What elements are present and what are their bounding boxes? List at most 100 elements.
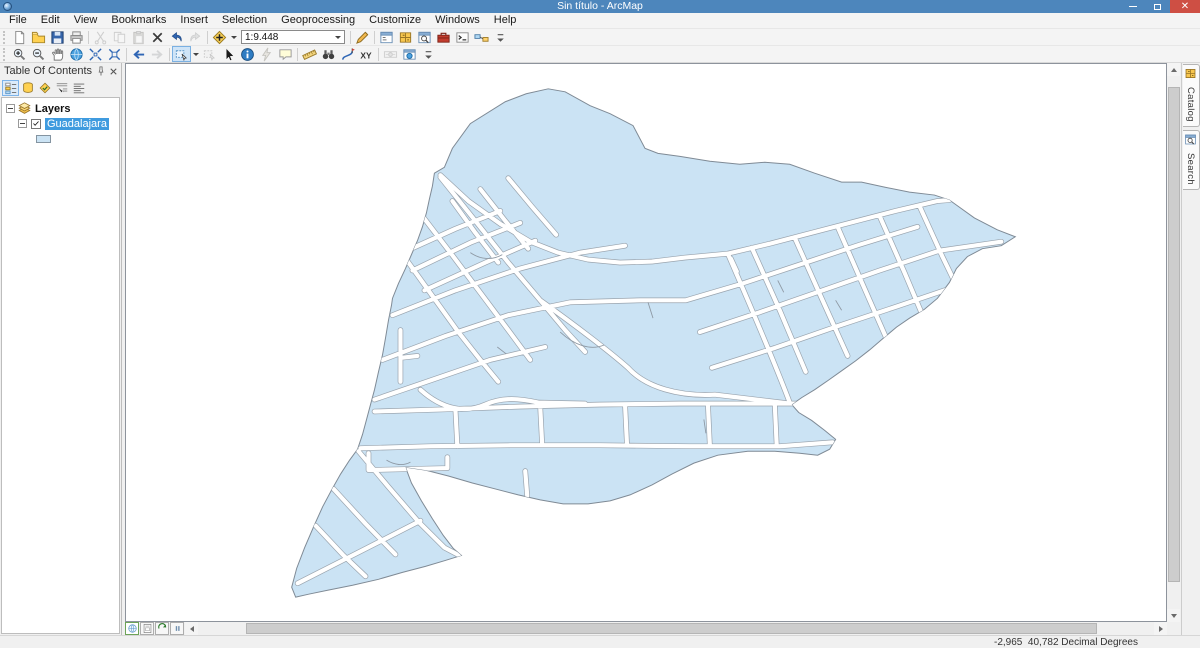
svg-text:XY: XY xyxy=(360,50,372,60)
window-title: Sin título - ArcMap xyxy=(0,0,1200,13)
cut-icon xyxy=(93,30,108,45)
fixed-zoom-in-button[interactable] xyxy=(86,46,105,62)
print-icon xyxy=(69,30,84,45)
toolbar-grip[interactable] xyxy=(3,48,8,61)
vertical-scroll-rail xyxy=(1167,63,1181,635)
layer-symbol-swatch[interactable] xyxy=(36,135,51,143)
layer-name-label[interactable]: Guadalajara xyxy=(45,118,109,130)
binoc-icon xyxy=(321,47,336,62)
menu-help[interactable]: Help xyxy=(487,13,524,28)
create-viewer-window-button[interactable] xyxy=(400,46,419,62)
add-data-dropdown-icon[interactable] xyxy=(229,29,238,45)
close-button[interactable]: ✕ xyxy=(1170,0,1200,13)
toc-root-row[interactable]: Layers xyxy=(2,101,119,116)
delx-icon xyxy=(150,30,165,45)
toc-root-label[interactable]: Layers xyxy=(35,103,70,115)
collapse-expander-icon[interactable] xyxy=(18,119,27,128)
scroll-left-icon[interactable] xyxy=(185,622,198,635)
pan-button[interactable] xyxy=(48,46,67,62)
menu-selection[interactable]: Selection xyxy=(215,13,274,28)
map-canvas[interactable] xyxy=(125,63,1167,622)
save-button[interactable] xyxy=(48,29,67,45)
identify-button[interactable] xyxy=(238,46,257,62)
toolbar-separator xyxy=(378,48,379,61)
tools-toolbar: XY xyxy=(0,45,1200,62)
dock-tab-catalog[interactable]: Catalog xyxy=(1183,64,1200,127)
pause-drawing-button[interactable] xyxy=(170,622,184,635)
horizontal-scroll-thumb[interactable] xyxy=(246,623,1097,634)
toolbar-options-overflow-button[interactable] xyxy=(491,29,510,45)
undo-button[interactable] xyxy=(167,29,186,45)
select-elements-button[interactable] xyxy=(219,46,238,62)
list-by-selection-button[interactable] xyxy=(53,80,70,96)
scroll-right-icon[interactable] xyxy=(1154,622,1167,635)
toolbar-options-overflow-button[interactable] xyxy=(419,46,438,62)
collapse-expander-icon[interactable] xyxy=(6,104,15,113)
search-window-button[interactable] xyxy=(415,29,434,45)
list-by-source-button[interactable] xyxy=(19,80,36,96)
toolbar-separator xyxy=(374,31,375,44)
toolbar-grip[interactable] xyxy=(3,31,8,44)
toc-options-button[interactable] xyxy=(70,80,87,96)
fixed-zoom-out-button[interactable] xyxy=(105,46,124,62)
maximize-button[interactable] xyxy=(1145,0,1170,13)
vertical-scroll-thumb[interactable] xyxy=(1168,87,1180,583)
zoom-out-button[interactable] xyxy=(29,46,48,62)
find-button[interactable] xyxy=(319,46,338,62)
menu-customize[interactable]: Customize xyxy=(362,13,428,28)
paste-icon xyxy=(131,30,146,45)
pin-icon[interactable] xyxy=(95,65,107,77)
new-map-file-button[interactable] xyxy=(10,29,29,45)
list-by-drawing-order-button[interactable] xyxy=(2,80,19,96)
close-panel-icon[interactable] xyxy=(107,65,119,77)
refresh-view-button[interactable] xyxy=(155,622,169,635)
select-features-dropdown-icon[interactable] xyxy=(191,46,200,62)
html-popup-button[interactable] xyxy=(276,46,295,62)
table-of-contents-window-button[interactable] xyxy=(377,29,396,45)
time-slider-button xyxy=(381,46,400,62)
open-button[interactable] xyxy=(29,29,48,45)
list-by-visibility-button[interactable] xyxy=(36,80,53,96)
menu-bar: FileEditViewBookmarksInsertSelectionGeop… xyxy=(0,13,1200,28)
map-scale-combobox[interactable]: 1:9.448 xyxy=(241,30,345,44)
full-extent-button[interactable] xyxy=(67,46,86,62)
measure-button[interactable] xyxy=(300,46,319,62)
horizontal-scrollbar[interactable] xyxy=(198,622,1154,635)
menu-bookmarks[interactable]: Bookmarks xyxy=(104,13,173,28)
menu-view[interactable]: View xyxy=(67,13,105,28)
data-view-button[interactable] xyxy=(125,622,139,635)
delete-button[interactable] xyxy=(148,29,167,45)
minimize-button[interactable] xyxy=(1120,0,1145,13)
layer-visibility-checkbox[interactable] xyxy=(31,119,41,129)
modelbuilder-window-button[interactable] xyxy=(472,29,491,45)
toc-symbol-row[interactable] xyxy=(2,131,119,146)
select-features-button[interactable] xyxy=(172,46,191,62)
toc-layer-row[interactable]: Guadalajara xyxy=(2,116,119,131)
go-to-xy-button[interactable]: XY xyxy=(357,46,376,62)
scroll-down-icon[interactable] xyxy=(1167,609,1180,622)
menu-insert[interactable]: Insert xyxy=(173,13,215,28)
map-scale-value[interactable]: 1:9.448 xyxy=(242,32,331,43)
python-window-button[interactable] xyxy=(453,29,472,45)
go-back-to-previous-extent-button[interactable] xyxy=(129,46,148,62)
table-of-contents-panel: Table Of Contents Layers Guadalajara xyxy=(0,63,122,635)
catalog-window-button[interactable] xyxy=(396,29,415,45)
arctoolbox-window-button[interactable] xyxy=(434,29,453,45)
menu-edit[interactable]: Edit xyxy=(34,13,67,28)
layout-view-button[interactable] xyxy=(140,622,154,635)
dock-tab-search[interactable]: Search xyxy=(1183,130,1200,190)
zoom-in-button[interactable] xyxy=(10,46,29,62)
menu-geoprocessing[interactable]: Geoprocessing xyxy=(274,13,362,28)
vertical-scrollbar[interactable] xyxy=(1167,76,1181,609)
menu-windows[interactable]: Windows xyxy=(428,13,487,28)
add-data-button[interactable] xyxy=(210,29,229,45)
status-bar: -2,965 40,782 Decimal Degrees xyxy=(0,635,1200,648)
scroll-up-icon[interactable] xyxy=(1167,63,1180,76)
toolbar-separator xyxy=(169,48,170,61)
editor-toolbar-button[interactable] xyxy=(353,29,372,45)
menu-file[interactable]: File xyxy=(2,13,34,28)
timesld-icon xyxy=(383,47,398,62)
print-button[interactable] xyxy=(67,29,86,45)
chevron-down-icon[interactable] xyxy=(331,36,344,39)
find-route-button[interactable] xyxy=(338,46,357,62)
